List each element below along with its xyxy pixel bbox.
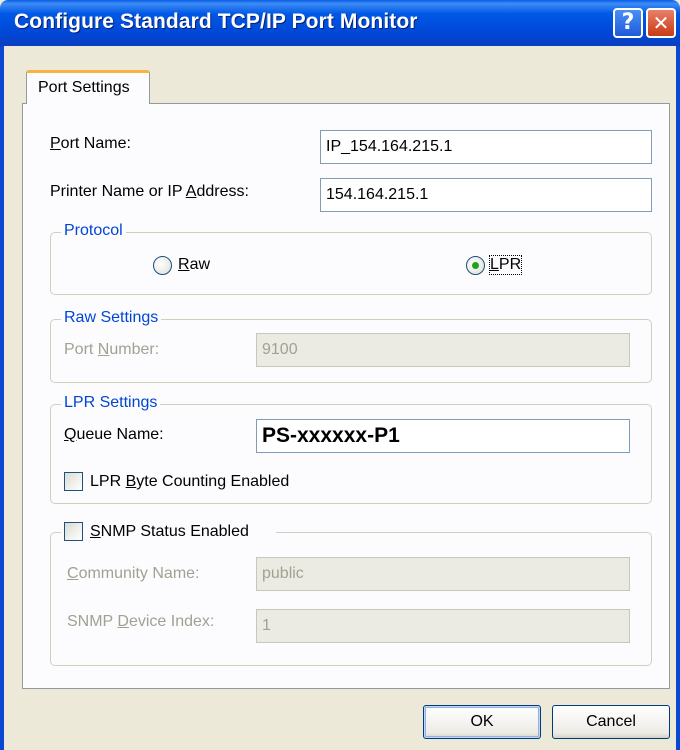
byte-counting-checkbox[interactable] [64, 472, 83, 491]
help-icon: ? [621, 10, 635, 35]
radio-selected-dot [472, 262, 479, 269]
snmp-status-checkbox[interactable] [64, 522, 83, 541]
close-icon: ✕ [652, 11, 670, 35]
tab-port-settings[interactable]: Port Settings [26, 70, 150, 104]
queue-name-input[interactable]: PS-xxxxxx-P1 [256, 419, 630, 453]
printer-address-label: Printer Name or IP Address: [50, 183, 249, 200]
snmp-device-index-label: SNMP Device Index: [67, 613, 215, 630]
byte-counting-label: LPR Byte Counting Enabled [90, 473, 290, 490]
port-name-input[interactable]: IP_154.164.215.1 [320, 130, 652, 164]
community-name-input[interactable]: public [256, 557, 630, 591]
cancel-button[interactable]: Cancel [552, 705, 670, 739]
dialog-window: Configure Standard TCP/IP Port Monitor ?… [0, 0, 680, 750]
snmp-group [50, 532, 652, 666]
raw-settings-legend: Raw Settings [61, 309, 162, 327]
ok-button[interactable]: OK [423, 705, 541, 739]
raw-radio-label: Raw [178, 256, 211, 273]
port-number-input[interactable]: 9100 [256, 333, 630, 367]
snmp-device-index-input[interactable]: 1 [256, 609, 630, 643]
printer-address-input[interactable]: 154.164.215.1 [320, 178, 652, 212]
help-button[interactable]: ? [613, 8, 643, 38]
window-frame-right [676, 46, 680, 750]
raw-radio[interactable] [153, 256, 172, 275]
community-name-label: Community Name: [67, 565, 200, 582]
protocol-legend: Protocol [61, 222, 126, 240]
window-title: Configure Standard TCP/IP Port Monitor [14, 10, 418, 33]
title-bar[interactable]: Configure Standard TCP/IP Port Monitor ?… [0, 0, 680, 46]
lpr-settings-legend: LPR Settings [61, 394, 161, 412]
lpr-radio-label: LPR [488, 255, 523, 275]
snmp-status-label: SNMP Status Enabled [90, 523, 249, 540]
lpr-radio[interactable] [466, 256, 485, 275]
window-frame-left [0, 46, 4, 750]
queue-name-label: Queue Name: [64, 426, 164, 443]
tab-label: Port Settings [38, 79, 130, 96]
port-number-label: Port Number: [64, 341, 160, 358]
close-button[interactable]: ✕ [646, 8, 676, 38]
port-name-label: Port Name: [50, 135, 131, 152]
protocol-group [50, 232, 652, 295]
